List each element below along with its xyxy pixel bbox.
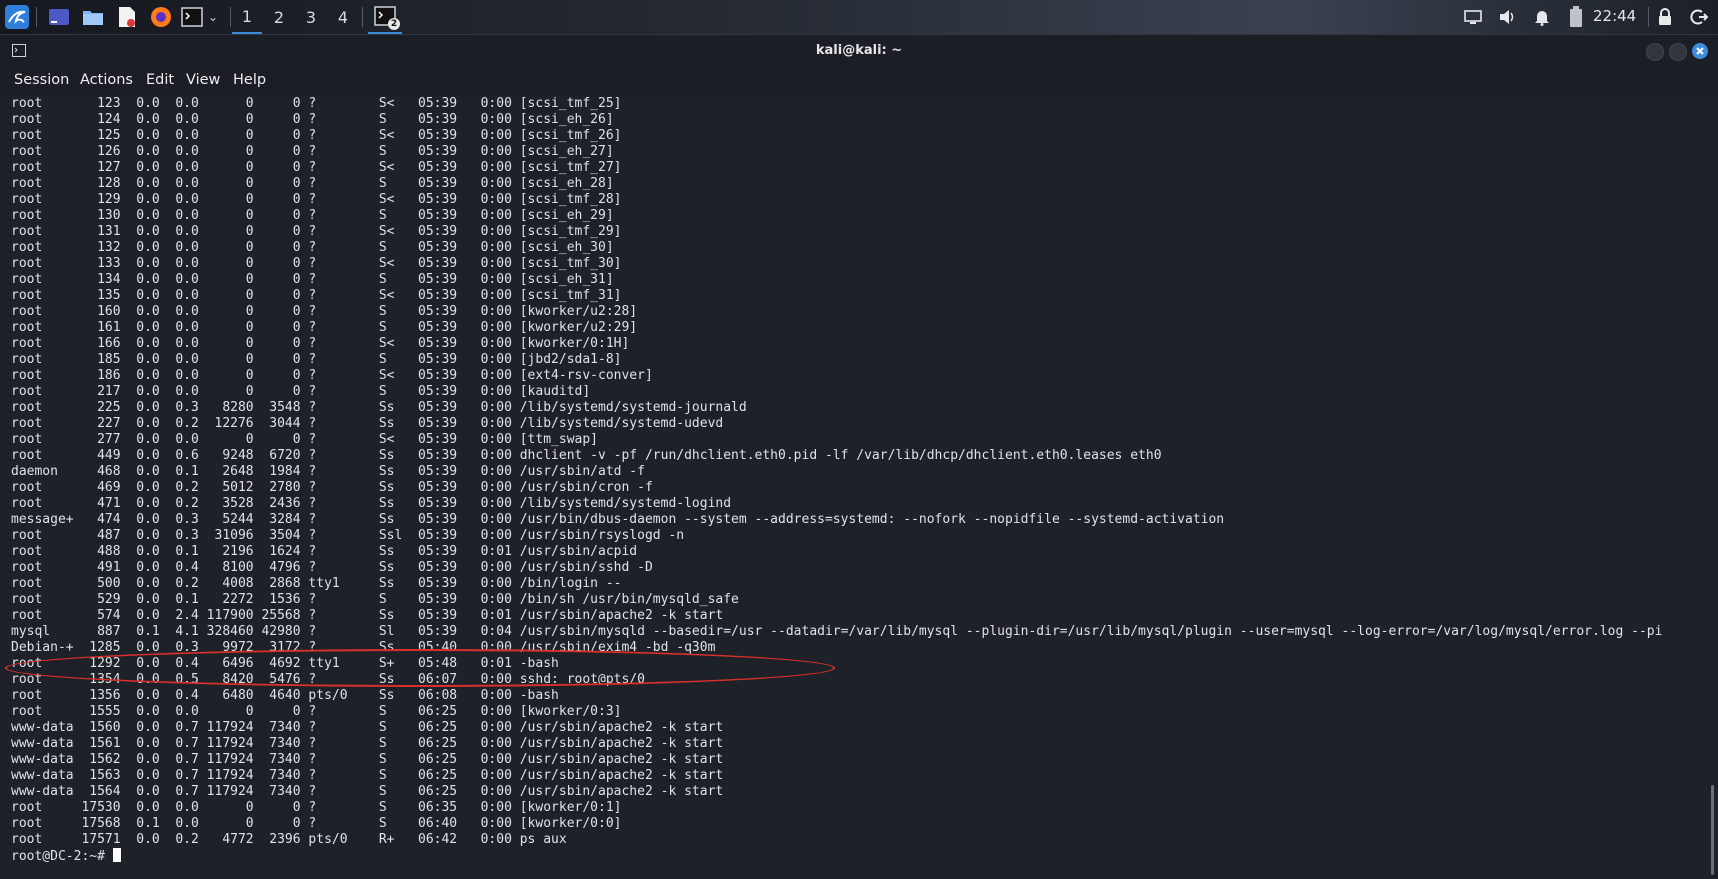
ps-output-row: root 449 0.0 0.6 9248 6720 ? Ss 05:39 0:…: [11, 448, 1162, 463]
close-button[interactable]: [1692, 43, 1708, 59]
ps-output-row: root 574 0.0 2.4 117900 25568 ? Ss 05:39…: [11, 608, 724, 623]
window-count-badge: 2: [388, 18, 400, 30]
menu-edit[interactable]: Edit: [146, 72, 174, 88]
ps-output-row: root 469 0.0 0.2 5012 2780 ? Ss 05:39 0:…: [11, 480, 653, 495]
ps-output-row: www-data 1564 0.0 0.7 117924 7340 ? S 06…: [11, 784, 724, 799]
ps-output-row: root 124 0.0 0.0 0 0 ? S 05:39 0:00 [scs…: [11, 112, 614, 127]
ps-output-row: root 128 0.0 0.0 0 0 ? S 05:39 0:00 [scs…: [11, 176, 614, 191]
menu-bar: Session Actions Edit View Help: [0, 67, 1718, 95]
ps-output-row: root 131 0.0 0.0 0 0 ? S< 05:39 0:00 [sc…: [11, 224, 622, 239]
clock[interactable]: 22:44: [1593, 7, 1636, 25]
ps-output-row: root 277 0.0 0.0 0 0 ? S< 05:39 0:00 [tt…: [11, 432, 598, 447]
menu-help[interactable]: Help: [233, 72, 266, 88]
ps-output-row: root 1356 0.0 0.4 6480 4640 pts/0 Ss 06:…: [11, 688, 559, 703]
ps-output-row: root 500 0.0 0.2 4008 2868 tty1 Ss 05:39…: [11, 576, 622, 591]
menu-view[interactable]: View: [186, 72, 220, 88]
folder-icon: [83, 11, 103, 25]
ps-output-row: root 217 0.0 0.0 0 0 ? S 05:39 0:00 [kau…: [11, 384, 591, 399]
ps-output-row: root 487 0.0 0.3 31096 3504 ? Ssl 05:39 …: [11, 528, 685, 543]
show-desktop-button[interactable]: [46, 4, 72, 30]
top-panel: ⌄ 1 2 3 4 2 22:44: [0, 0, 1718, 34]
window-title: kali@kali: ~: [815, 43, 903, 58]
ps-output-row: www-data 1561 0.0 0.7 117924 7340 ? S 06…: [11, 736, 724, 751]
terminal-window: kali@kali: ~ Session Actions Edit View H…: [0, 34, 1718, 879]
terminal-icon: [181, 7, 203, 27]
workspace-1[interactable]: 1: [232, 0, 262, 34]
ps-output-row: root 185 0.0 0.0 0 0 ? S 05:39 0:00 [jbd…: [11, 352, 622, 367]
ps-output-row: root 161 0.0 0.0 0 0 ? S 05:39 0:00 [kwo…: [11, 320, 638, 335]
ps-output-row: root 17530 0.0 0.0 0 0 ? S 06:35 0:00 [k…: [11, 800, 622, 815]
window-titlebar[interactable]: kali@kali: ~: [0, 35, 1718, 67]
logout-button[interactable]: [1688, 4, 1710, 30]
terminal-task-button[interactable]: 2: [368, 0, 402, 34]
text-editor-icon: [119, 7, 135, 27]
battery-icon: [1570, 6, 1582, 27]
lock-icon: [1659, 8, 1671, 25]
ps-output-row: root 133 0.0 0.0 0 0 ? S< 05:39 0:00 [sc…: [11, 256, 622, 271]
menu-actions[interactable]: Actions: [80, 72, 133, 88]
workspace-4[interactable]: 4: [328, 0, 358, 34]
menu-session[interactable]: Session: [14, 72, 69, 88]
desktop-icon: [49, 9, 69, 25]
ps-output-row: root 132 0.0 0.0 0 0 ? S 05:39 0:00 [scs…: [11, 240, 614, 255]
ps-output-row: root 123 0.0 0.0 0 0 ? S< 05:39 0:00 [sc…: [11, 96, 622, 111]
terminal-output[interactable]: root 123 0.0 0.0 0 0 ? S< 05:39 0:00 [sc…: [0, 95, 1718, 879]
ps-output-row: root 227 0.0 0.2 12276 3044 ? Ss 05:39 0…: [11, 416, 724, 431]
ps-output-row: www-data 1562 0.0 0.7 117924 7340 ? S 06…: [11, 752, 724, 767]
battery-tray-button[interactable]: [1565, 4, 1587, 30]
ps-output-row: root 225 0.0 0.3 8280 3548 ? Ss 05:39 0:…: [11, 400, 747, 415]
notifications-tray-button[interactable]: [1531, 4, 1553, 30]
kali-dragon-icon: [5, 5, 29, 29]
command-prompt[interactable]: root@DC-2:~#: [11, 848, 121, 865]
text-cursor: [112, 848, 121, 862]
volume-tray-button[interactable]: [1496, 4, 1518, 30]
lock-screen-button[interactable]: [1654, 4, 1676, 30]
workspace-3[interactable]: 3: [296, 0, 326, 34]
text-editor-launcher[interactable]: [115, 4, 139, 30]
prompt-text: root@DC-2:~#: [11, 849, 113, 864]
ps-output-row: root 160 0.0 0.0 0 0 ? S 05:39 0:00 [kwo…: [11, 304, 638, 319]
ps-output-row: root 529 0.0 0.1 2272 1536 ? S 05:39 0:0…: [11, 592, 739, 607]
ps-output-row: www-data 1560 0.0 0.7 117924 7340 ? S 06…: [11, 720, 724, 735]
ps-output-row: root 186 0.0 0.0 0 0 ? S< 05:39 0:00 [ex…: [11, 368, 653, 383]
ps-output-row: root 125 0.0 0.0 0 0 ? S< 05:39 0:00 [sc…: [11, 128, 622, 143]
ps-output-row: mysql 887 0.1 4.1 328460 42980 ? Sl 05:3…: [11, 624, 1663, 639]
ps-output-row: root 126 0.0 0.0 0 0 ? S 05:39 0:00 [scs…: [11, 144, 614, 159]
ps-output-row: root 488 0.0 0.1 2196 1624 ? Ss 05:39 0:…: [11, 544, 638, 559]
workspace-2[interactable]: 2: [264, 0, 294, 34]
file-manager-launcher[interactable]: [80, 4, 106, 30]
kali-menu-button[interactable]: [3, 4, 31, 30]
monitor-icon: [1464, 10, 1482, 24]
firefox-launcher[interactable]: [148, 4, 174, 30]
minimize-button[interactable]: [1646, 43, 1664, 61]
ps-output-row: root 135 0.0 0.0 0 0 ? S< 05:39 0:00 [sc…: [11, 288, 622, 303]
terminal-launcher[interactable]: [180, 4, 204, 30]
close-icon: [1696, 47, 1704, 55]
ps-output-row: root 129 0.0 0.0 0 0 ? S< 05:39 0:00 [sc…: [11, 192, 622, 207]
ps-output-row: message+ 474 0.0 0.3 5244 3284 ? Ss 05:3…: [11, 512, 1225, 527]
ps-output-row: root 134 0.0 0.0 0 0 ? S 05:39 0:00 [scs…: [11, 272, 614, 287]
ps-output-row: root 130 0.0 0.0 0 0 ? S 05:39 0:00 [scs…: [11, 208, 614, 223]
display-tray-button[interactable]: [1462, 4, 1484, 30]
ps-output-row: root 127 0.0 0.0 0 0 ? S< 05:39 0:00 [sc…: [11, 160, 622, 175]
launcher-dropdown-chevron-icon[interactable]: ⌄: [205, 4, 221, 30]
ps-output-row: daemon 468 0.0 0.1 2648 1984 ? Ss 05:39 …: [11, 464, 645, 479]
ps-output-row: root 1555 0.0 0.0 0 0 ? S 06:25 0:00 [kw…: [11, 704, 622, 719]
power-icon: [1690, 9, 1708, 25]
ps-output-row: root 166 0.0 0.0 0 0 ? S< 05:39 0:00 [kw…: [11, 336, 630, 351]
highlight-ellipse-annotation: [5, 649, 835, 687]
ps-output-row: root 17571 0.0 0.2 4772 2396 pts/0 R+ 06…: [11, 832, 567, 847]
terminal-scrollbar[interactable]: [1711, 785, 1714, 875]
ps-output-row: root 471 0.0 0.2 3528 2436 ? Ss 05:39 0:…: [11, 496, 732, 511]
firefox-icon: [151, 7, 171, 27]
maximize-button[interactable]: [1669, 43, 1687, 61]
ps-output-row: root 491 0.0 0.4 8100 4796 ? Ss 05:39 0:…: [11, 560, 653, 575]
speaker-icon: [1500, 10, 1514, 24]
bell-icon: [1535, 11, 1549, 26]
ps-output-row: www-data 1563 0.0 0.7 117924 7340 ? S 06…: [11, 768, 724, 783]
ps-output-row: root 17568 0.1 0.0 0 0 ? S 06:40 0:00 [k…: [11, 816, 622, 831]
